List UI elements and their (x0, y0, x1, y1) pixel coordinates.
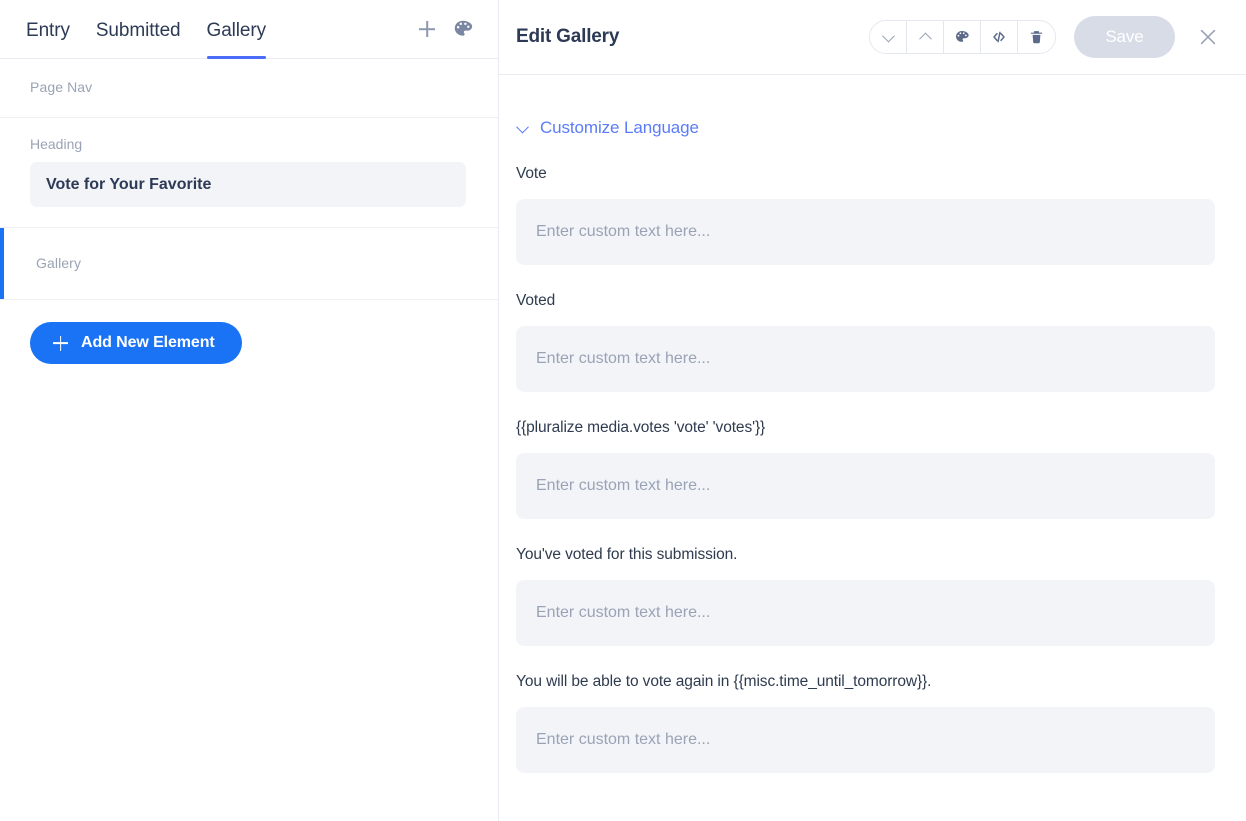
app-root: Entry Submitted Gallery Page Nav Heading… (0, 0, 1246, 821)
theme-button[interactable] (944, 21, 981, 53)
field-voted-submission: You've voted for this submission. (516, 519, 1215, 646)
chevron-down-icon (882, 29, 895, 42)
panel-toolbar (869, 20, 1056, 54)
palette-icon (954, 29, 970, 45)
move-up-button[interactable] (907, 21, 944, 53)
field-input-voted-submission[interactable] (516, 580, 1215, 646)
tab-gallery[interactable]: Gallery (207, 0, 266, 59)
chevron-up-icon (919, 32, 932, 45)
element-row-heading[interactable]: Heading Vote for Your Favorite (0, 118, 498, 228)
close-icon (1197, 26, 1219, 48)
field-input-pluralize-votes[interactable] (516, 453, 1215, 519)
code-icon (991, 29, 1007, 45)
element-label-heading: Heading (30, 136, 472, 152)
panel-header-actions: Save (869, 16, 1228, 58)
field-input-vote[interactable] (516, 199, 1215, 265)
customize-language-toggle[interactable]: Customize Language (516, 75, 1215, 138)
element-row-page-nav[interactable]: Page Nav (0, 59, 498, 118)
move-down-button[interactable] (870, 21, 907, 53)
palette-icon[interactable] (452, 18, 474, 40)
add-new-element-button[interactable]: Add New Element (30, 322, 242, 364)
tab-bar: Entry Submitted Gallery (0, 0, 498, 59)
field-label: Voted (516, 292, 1215, 310)
embed-code-button[interactable] (981, 21, 1018, 53)
tab-bar-actions (416, 18, 474, 40)
add-element-wrap: Add New Element (0, 300, 498, 364)
field-pluralize-votes: {{pluralize media.votes 'vote' 'votes'}} (516, 392, 1215, 519)
field-label: {{pluralize media.votes 'vote' 'votes'}} (516, 419, 1215, 437)
save-button[interactable]: Save (1074, 16, 1175, 58)
field-input-vote-again[interactable] (516, 707, 1215, 773)
left-editor-panel: Entry Submitted Gallery Page Nav Heading… (0, 0, 499, 821)
customize-language-label: Customize Language (540, 118, 699, 138)
field-vote: Vote (516, 138, 1215, 265)
field-input-voted[interactable] (516, 326, 1215, 392)
close-button[interactable] (1188, 17, 1228, 57)
trash-icon (1029, 29, 1044, 45)
edit-gallery-panel: Edit Gallery (499, 0, 1246, 821)
field-label: Vote (516, 165, 1215, 183)
field-vote-again: You will be able to vote again in {{misc… (516, 646, 1215, 773)
element-row-gallery[interactable]: Gallery (0, 228, 498, 300)
field-label: You will be able to vote again in {{misc… (516, 673, 1215, 691)
element-label-page-nav: Page Nav (30, 79, 472, 95)
panel-body: Customize Language Vote Voted {{pluraliz… (499, 75, 1246, 821)
field-label: You've voted for this submission. (516, 546, 1215, 564)
plus-icon (53, 336, 68, 351)
delete-button[interactable] (1018, 21, 1055, 53)
tab-submitted[interactable]: Submitted (96, 0, 181, 59)
element-label-gallery: Gallery (36, 255, 472, 271)
panel-header: Edit Gallery (499, 0, 1246, 75)
field-voted: Voted (516, 265, 1215, 392)
add-new-element-label: Add New Element (81, 334, 215, 352)
tab-entry[interactable]: Entry (26, 0, 70, 59)
plus-icon[interactable] (416, 18, 438, 40)
heading-input[interactable]: Vote for Your Favorite (30, 162, 466, 207)
chevron-down-icon (516, 120, 529, 133)
panel-title: Edit Gallery (516, 26, 619, 48)
